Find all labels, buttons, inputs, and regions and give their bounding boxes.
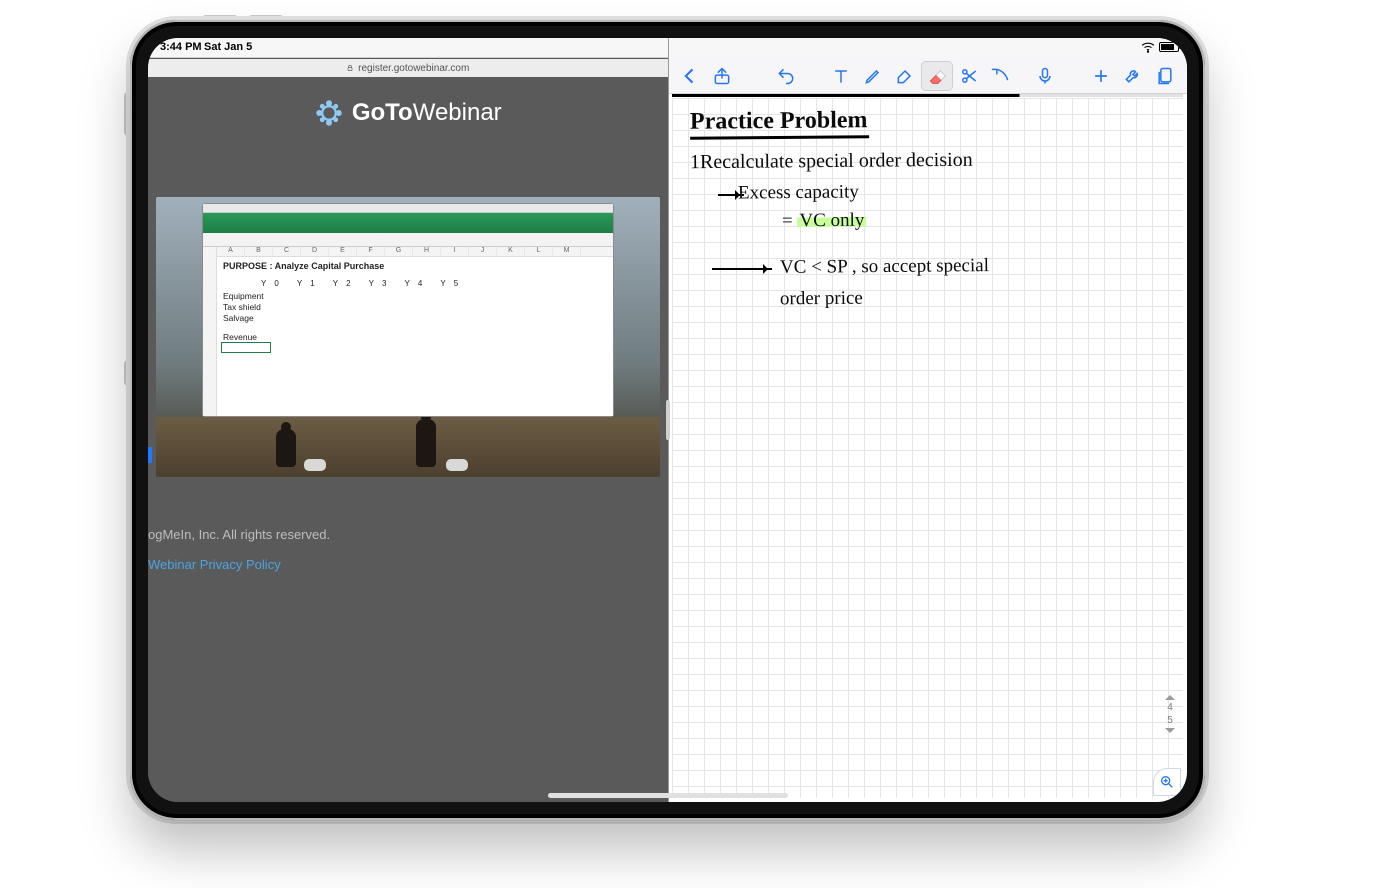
screenshare-excel-window: ABCDEFGHIJKLM PURPOSE : Analyze Capital … [202,203,614,417]
shape-tool[interactable] [985,61,1017,91]
hand-line-5: order price [779,288,862,311]
hand-title: Practice Problem [689,107,869,140]
status-bar: 3:44 PM Sat Jan 5 [148,38,668,58]
cell-row: Equipment [223,291,264,301]
cell-purpose: PURPOSE : Analyze Capital Purchase [223,261,384,271]
gotowebinar-header: GoToWebinar [148,77,668,149]
home-indicator[interactable] [548,793,788,798]
text-tool[interactable] [825,61,857,91]
highlighter-tool[interactable] [889,61,921,91]
silhouette-person [416,419,436,467]
gotowebinar-wordmark: GoToWebinar [352,99,502,127]
footer-copyright: ogMeIn, Inc. All rights reserved. [148,527,330,542]
note-canvas[interactable]: Practice Problem 1Recalculate special or… [672,98,1184,798]
ipad-screen: 3:44 PM Sat Jan 5 register.gotowebinar.c… [148,38,1187,802]
hand-line-3: = VC only [781,210,866,233]
wifi-icon [1141,41,1155,53]
split-right-notes: Practice Problem 1Recalculate special or… [668,38,1188,802]
arrow-icon [712,268,772,270]
undo-button[interactable] [770,61,802,91]
excel-cells: PURPOSE : Analyze Capital Purchase Y0 Y1… [217,257,613,416]
safari-host: register.gotowebinar.com [358,63,469,74]
hand-line-4: VC < SP , so accept special [779,255,988,279]
safari-url-bar[interactable]: register.gotowebinar.com [148,59,668,77]
status-date: Sat Jan 5 [204,41,252,53]
toolbar-underline-indicator [672,94,1184,97]
status-bar-right [668,38,1188,58]
cell-row: Tax shield [223,302,261,312]
notes-toolbar [668,58,1188,94]
silhouette-dog [446,459,468,471]
share-button[interactable] [706,61,738,91]
lasso-scissors-tool[interactable] [953,61,985,91]
mic-button[interactable] [1029,61,1061,91]
page-up-icon[interactable] [1165,690,1175,700]
lock-icon [346,64,354,72]
page-next: 5 [1167,715,1173,726]
settings-wrench-button[interactable] [1117,61,1149,91]
page-current: 4 [1167,702,1173,713]
hand-line-1: 1Recalculate special order decision [689,149,972,174]
split-grab-handle[interactable] [666,400,670,440]
zoom-button[interactable] [1153,768,1181,796]
add-button[interactable] [1085,61,1117,91]
safari-page: GoToWebinar [148,77,668,802]
webinar-hero-image: ABCDEFGHIJKLM PURPOSE : Analyze Capital … [156,197,660,477]
hand-line-2: Excess capacity [737,181,858,204]
excel-selection [221,342,271,353]
cell-row: Salvage [223,313,254,323]
cell-row: Revenue [223,332,257,342]
battery-icon [1159,42,1179,52]
footer-privacy-link[interactable]: Webinar Privacy Policy [148,557,281,572]
cell-year-headers: Y0 Y1 Y2 Y3 Y4 Y5 [261,279,466,288]
page-navigator[interactable]: 4 5 [1161,690,1179,738]
gotowebinar-logo-icon [314,98,344,128]
back-button[interactable] [674,61,706,91]
circled-number: 1 [689,151,699,173]
ipad-frame: 3:44 PM Sat Jan 5 register.gotowebinar.c… [130,20,1205,820]
silhouette-dog [304,459,326,471]
split-left-safari: 3:44 PM Sat Jan 5 register.gotowebinar.c… [148,38,668,802]
edge-indicator [148,447,152,463]
status-time: 3:44 PM [160,41,202,53]
pen-tool[interactable] [857,61,889,91]
excel-col-headers: ABCDEFGHIJKLM [217,247,613,257]
pages-button[interactable] [1149,61,1181,91]
page-down-icon[interactable] [1165,728,1175,738]
hero-foreground [156,417,660,477]
eraser-tool[interactable] [921,61,953,91]
silhouette-person [276,429,296,467]
